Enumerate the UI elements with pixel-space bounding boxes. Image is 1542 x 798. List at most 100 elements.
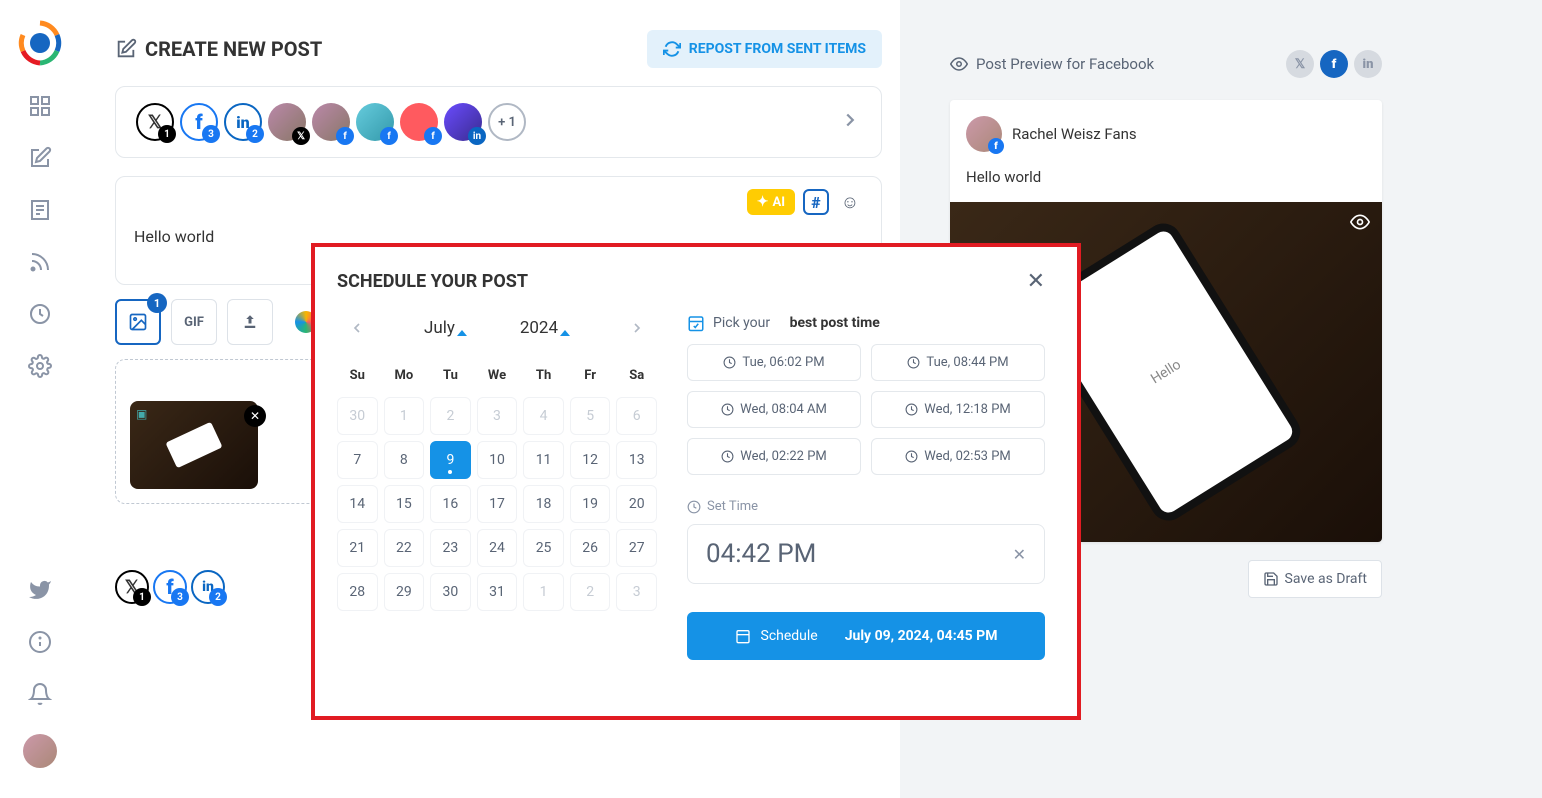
calendar-dow: Tu <box>430 360 471 391</box>
calendar-day[interactable]: 6 <box>616 397 657 435</box>
badge: 2 <box>209 588 227 606</box>
bell-icon[interactable] <box>28 682 52 706</box>
calendar-day[interactable]: 20 <box>616 485 657 523</box>
preview-eye-icon[interactable] <box>1350 212 1370 236</box>
account-profile-3[interactable]: f <box>356 103 394 141</box>
calendar-day[interactable]: 10 <box>477 441 518 479</box>
calendar-day[interactable]: 28 <box>337 573 378 611</box>
prev-month-button[interactable] <box>343 314 371 342</box>
calendar-day[interactable]: 31 <box>477 573 518 611</box>
calendar-nav: July 2024 <box>337 314 657 342</box>
calendar-day[interactable]: 30 <box>337 397 378 435</box>
calendar-day[interactable]: 27 <box>616 529 657 567</box>
expand-accounts-chevron-icon[interactable] <box>839 109 861 135</box>
twitter-icon[interactable] <box>28 578 52 602</box>
calendar-day[interactable]: 13 <box>616 441 657 479</box>
modal-close-button[interactable]: ✕ <box>1027 269 1045 294</box>
calendar-day[interactable]: 12 <box>570 441 611 479</box>
footer-account-fb[interactable]: f3 <box>153 570 187 604</box>
account-facebook[interactable]: f3 <box>180 103 218 141</box>
preview-tab-facebook[interactable]: f <box>1320 50 1348 78</box>
calendar-day[interactable]: 4 <box>523 397 564 435</box>
image-attach-button[interactable]: 1 <box>115 299 161 345</box>
compose-icon[interactable] <box>28 146 52 170</box>
page-header: CREATE NEW POST REPOST FROM SENT ITEMS <box>115 30 882 68</box>
feed-icon[interactable] <box>28 250 52 274</box>
time-slot[interactable]: Tue, 08:44 PM <box>871 344 1045 381</box>
time-slot[interactable]: Wed, 02:22 PM <box>687 438 861 475</box>
footer-account-li[interactable]: in2 <box>191 570 225 604</box>
time-input[interactable]: 04:42 PM ✕ <box>687 524 1045 584</box>
time-slot[interactable]: Wed, 02:53 PM <box>871 438 1045 475</box>
user-avatar[interactable] <box>23 734 57 768</box>
calendar-day[interactable]: 1 <box>523 573 564 611</box>
account-profile-5[interactable]: in <box>444 103 482 141</box>
fb-icon: f <box>336 127 354 145</box>
calendar-day[interactable]: 11 <box>523 441 564 479</box>
account-profile-4[interactable]: f <box>400 103 438 141</box>
month-select[interactable]: July <box>424 318 467 338</box>
preview-tab-linkedin[interactable]: in <box>1354 50 1382 78</box>
remove-media-button[interactable]: ✕ <box>244 405 266 427</box>
calendar-day[interactable]: 3 <box>616 573 657 611</box>
recycle-icon[interactable] <box>28 302 52 326</box>
x-icon: 𝕏 <box>292 127 310 145</box>
calendar-day[interactable]: 8 <box>384 441 425 479</box>
calendar-day[interactable]: 15 <box>384 485 425 523</box>
account-profile-2[interactable]: f <box>312 103 350 141</box>
calendar-day[interactable]: 24 <box>477 529 518 567</box>
calendar: July 2024 SuMoTuWeThFrSa3012345678910111… <box>337 314 657 660</box>
calendar-day[interactable]: 21 <box>337 529 378 567</box>
year-select[interactable]: 2024 <box>520 318 570 338</box>
upload-attach-button[interactable] <box>227 299 273 345</box>
calendar-day[interactable]: 16 <box>430 485 471 523</box>
preview-user: Rachel Weisz Fans <box>950 100 1382 168</box>
settings-icon[interactable] <box>28 354 52 378</box>
calendar-day[interactable]: 17 <box>477 485 518 523</box>
calendar-day[interactable]: 18 <box>523 485 564 523</box>
calendar-day[interactable]: 9 <box>430 441 471 479</box>
calendar-day[interactable]: 19 <box>570 485 611 523</box>
calendar-day[interactable]: 22 <box>384 529 425 567</box>
calendar-day[interactable]: 23 <box>430 529 471 567</box>
calendar-day[interactable]: 2 <box>430 397 471 435</box>
preview-tab-x[interactable]: 𝕏 <box>1286 50 1314 78</box>
compose-tools: ✦AI # ☺ <box>134 189 863 215</box>
time-slot[interactable]: Tue, 06:02 PM <box>687 344 861 381</box>
hashtag-button[interactable]: # <box>803 189 829 215</box>
next-month-button[interactable] <box>623 314 651 342</box>
dashboard-icon[interactable] <box>28 94 52 118</box>
time-clear-button[interactable]: ✕ <box>1013 545 1026 564</box>
calendar-day[interactable]: 30 <box>430 573 471 611</box>
media-thumbnail[interactable]: ▣ ✕ <box>130 401 258 489</box>
accounts-list: 𝕏1 f3 in2 𝕏 f f f in + 1 <box>136 103 530 141</box>
calendar-day[interactable]: 25 <box>523 529 564 567</box>
account-x[interactable]: 𝕏1 <box>136 103 174 141</box>
calendar-day[interactable]: 3 <box>477 397 518 435</box>
save-draft-button[interactable]: Save as Draft <box>1248 560 1382 598</box>
time-slot[interactable]: Wed, 12:18 PM <box>871 391 1045 428</box>
account-profile-1[interactable]: 𝕏 <box>268 103 306 141</box>
calendar-day[interactable]: 2 <box>570 573 611 611</box>
calendar-day[interactable]: 5 <box>570 397 611 435</box>
emoji-button[interactable]: ☺ <box>837 189 863 215</box>
time-slot[interactable]: Wed, 08:04 AM <box>687 391 861 428</box>
repost-button[interactable]: REPOST FROM SENT ITEMS <box>647 30 882 68</box>
content-icon[interactable] <box>28 198 52 222</box>
account-more[interactable]: + 1 <box>488 103 526 141</box>
gif-attach-button[interactable]: GIF <box>171 299 217 345</box>
ai-button[interactable]: ✦AI <box>747 189 795 215</box>
footer-account-x[interactable]: 𝕏1 <box>115 570 149 604</box>
schedule-modal: SCHEDULE YOUR POST ✕ July 2024 SuMoTuWeT… <box>311 243 1081 720</box>
calendar-day[interactable]: 1 <box>384 397 425 435</box>
calendar-day[interactable]: 14 <box>337 485 378 523</box>
accounts-bar[interactable]: 𝕏1 f3 in2 𝕏 f f f in + 1 <box>115 86 882 158</box>
modal-header: SCHEDULE YOUR POST ✕ <box>337 269 1045 294</box>
info-icon[interactable] <box>28 630 52 654</box>
calendar-day[interactable]: 29 <box>384 573 425 611</box>
calendar-day[interactable]: 7 <box>337 441 378 479</box>
modal-title: SCHEDULE YOUR POST <box>337 271 528 292</box>
calendar-day[interactable]: 26 <box>570 529 611 567</box>
account-linkedin[interactable]: in2 <box>224 103 262 141</box>
schedule-confirm-button[interactable]: Schedule July 09, 2024, 04:45 PM <box>687 612 1045 660</box>
